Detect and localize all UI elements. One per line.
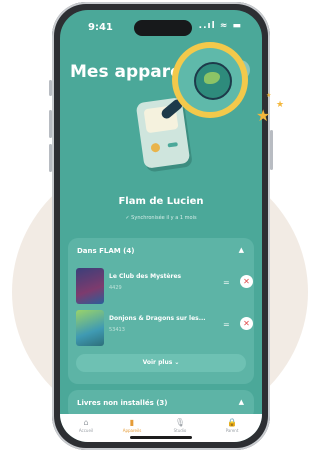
phone-power-button: [270, 130, 273, 170]
section-title: Livres non installés (3): [77, 399, 168, 407]
phone-volume-down: [49, 144, 52, 172]
drag-handle-icon[interactable]: =: [223, 278, 230, 287]
globe-icon: [194, 62, 232, 100]
see-more-button[interactable]: Voir plus ⌄: [76, 354, 246, 372]
home-icon: ⌂: [83, 418, 89, 427]
collapse-chevron-icon[interactable]: ▲: [239, 246, 244, 254]
player-button: [150, 142, 161, 153]
status-bar: 9:41 ..ıl ≈ ▬: [60, 10, 262, 36]
player-slider: [167, 142, 178, 148]
device-name: Flam de Lucien: [118, 196, 204, 207]
status-time: 9:41: [88, 22, 113, 33]
phone-side-button: [49, 80, 52, 96]
tab-parent[interactable]: 🔒 Parent: [212, 418, 252, 433]
star-icon: ★: [266, 92, 272, 99]
tab-label: Parent: [225, 428, 239, 433]
tab-label: Studio: [173, 428, 187, 433]
sync-status: ✓ Synchronisée il y a 1 mois: [125, 215, 197, 221]
collapse-chevron-icon[interactable]: ▲: [239, 398, 244, 406]
remove-book-button[interactable]: ✕: [240, 275, 253, 288]
installed-books-section: Dans FLAM (4) ▲ Le Club des Mystères 442…: [68, 238, 254, 384]
book-code: 4429: [109, 285, 122, 291]
magnifier-lens: [178, 48, 242, 112]
book-title: Donjons & Dragons sur les...: [109, 315, 206, 322]
phone-volume-up: [49, 110, 52, 138]
section-title: Dans FLAM (4): [77, 247, 135, 255]
home-indicator: [130, 436, 192, 439]
tab-label: Accueil: [78, 428, 94, 433]
star-icon: ★: [256, 106, 271, 125]
magnifier-illustration: [172, 42, 248, 118]
book-cover: [76, 310, 104, 346]
lock-icon: 🔒: [227, 418, 237, 427]
tab-devices[interactable]: ▮ Appareils: [112, 418, 152, 433]
devices-icon: ▮: [129, 418, 135, 427]
dynamic-island: [134, 20, 192, 36]
microphone-icon: 🎙: [174, 418, 186, 427]
remove-book-button[interactable]: ✕: [240, 317, 253, 330]
tab-studio[interactable]: 🎙 Studio: [160, 418, 200, 433]
tab-home[interactable]: ⌂ Accueil: [66, 418, 106, 433]
globe-land: [204, 72, 220, 84]
book-title: Le Club des Mystères: [109, 273, 182, 280]
drag-handle-icon[interactable]: =: [223, 320, 230, 329]
status-icons: ..ıl ≈ ▬: [198, 21, 242, 31]
flam-player-illustration: [135, 97, 191, 169]
book-item[interactable]: Le Club des Mystères 4429 = ✕: [76, 268, 254, 306]
book-cover: [76, 268, 104, 304]
book-item[interactable]: Donjons & Dragons sur les... 53413 = ✕: [76, 310, 254, 348]
book-code: 53413: [109, 327, 125, 333]
star-icon: ★: [276, 100, 285, 110]
tab-label: Appareils: [122, 428, 142, 433]
